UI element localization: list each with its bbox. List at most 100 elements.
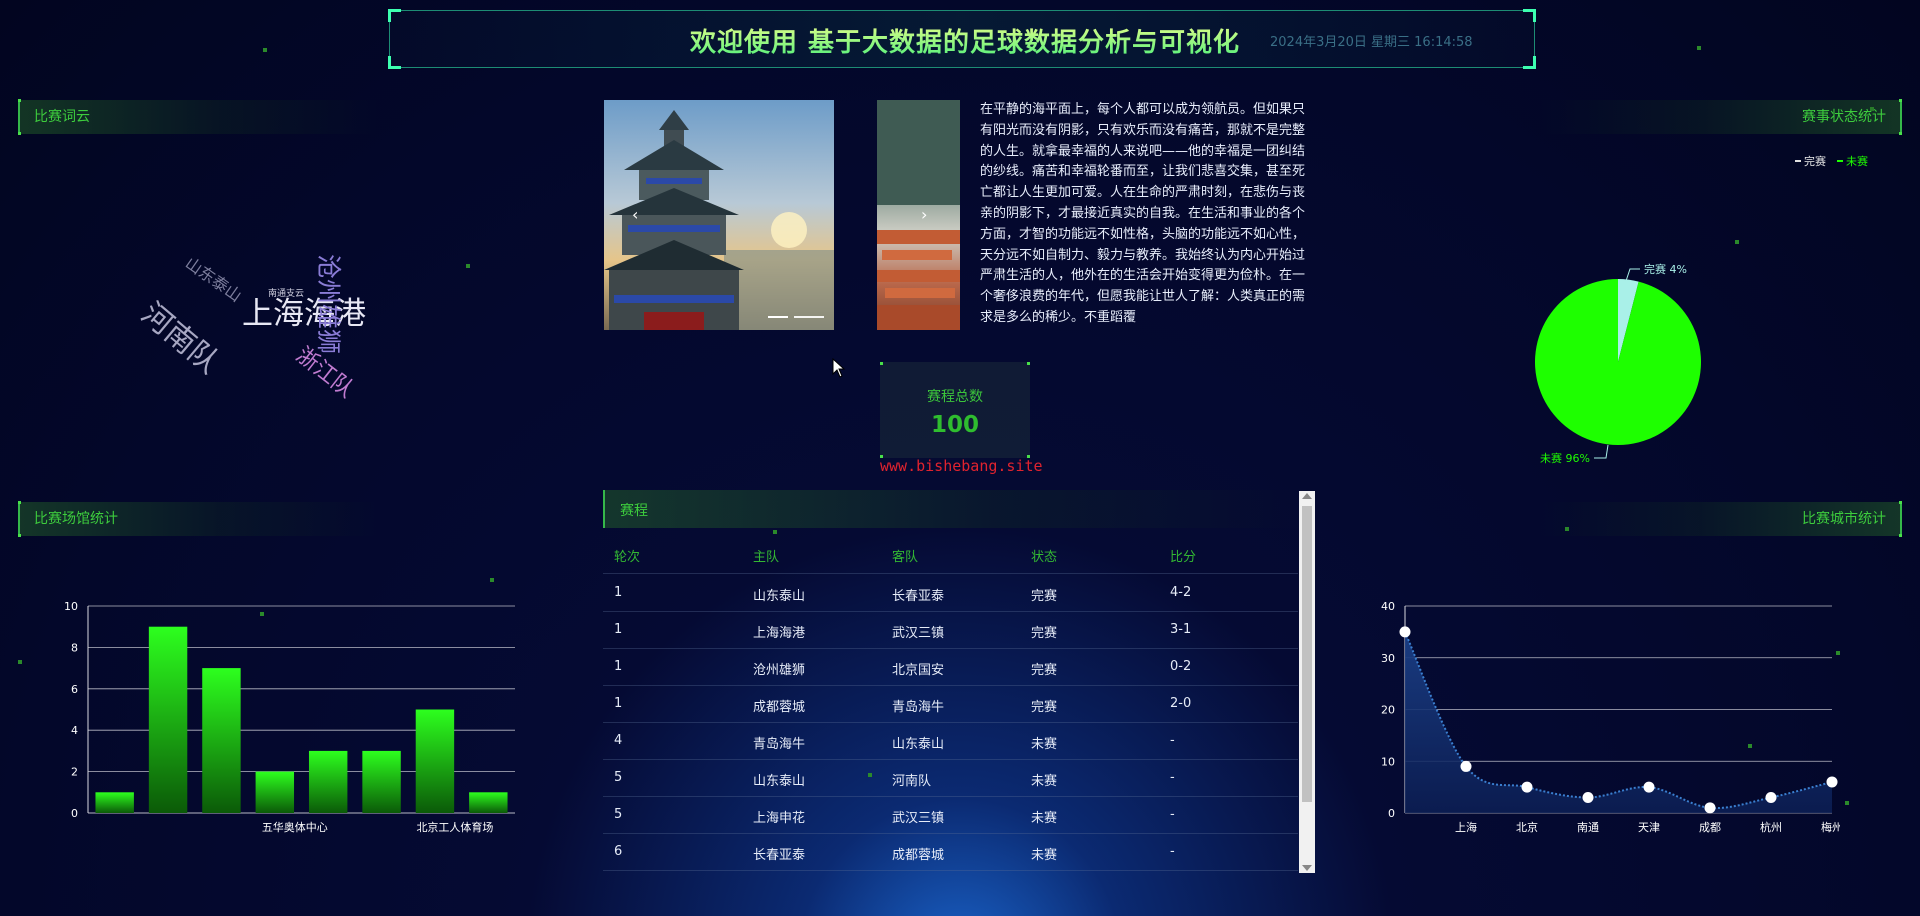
table-row[interactable]: 1 山东泰山 长春亚泰 完赛 4-2 [603,574,1298,612]
cell-home-team: 上海海港 [753,626,806,641]
carousel-next-icon[interactable]: › [921,205,927,224]
background-particle [18,660,22,664]
table-row[interactable]: 5 上海申花 武汉三镇 未赛 - [603,796,1298,834]
panel-corner-dot [1899,534,1902,537]
wordcloud-panel-title: 比赛词云 [34,109,90,125]
carousel-image-pagoda[interactable]: ‹ [604,100,834,330]
cell-round: 5 [614,807,623,822]
data-point [1826,776,1838,788]
y-tick-label: 20 [1381,704,1395,717]
column-header-home-team[interactable]: 主队 [753,546,779,565]
background-particle [773,530,777,534]
cell-home-team: 成都蓉城 [753,700,806,715]
cell-home-team: 上海申花 [753,811,806,826]
cell-away-team: 武汉三镇 [892,811,945,826]
data-point [1704,802,1716,814]
y-tick-label: 2 [71,766,78,779]
scroll-down-arrow-icon[interactable] [1302,865,1312,871]
data-point [1521,781,1533,793]
carousel-indicator[interactable] [768,316,788,318]
schedule-title: 赛程 [620,503,648,519]
panel-corner-dot [1899,99,1902,102]
cell-round: 6 [614,844,623,859]
cell-status: 未赛 [1031,811,1058,826]
legend-item: 完赛 [1804,154,1826,168]
carousel-indicator-active[interactable] [794,316,824,318]
column-header-round[interactable]: 轮次 [614,546,640,565]
y-tick-label: 30 [1381,652,1395,665]
pie-leader-line [1594,444,1609,459]
cell-home-team: 山东泰山 [753,774,806,789]
x-tick-label: 北京工人体育场 [416,820,493,834]
total-matches-value: 100 [930,412,979,438]
cell-away-team: 北京国安 [892,663,945,678]
carousel-image-classroom[interactable]: › [877,100,960,330]
cell-score: 3-1 [1170,622,1192,637]
page-title: 欢迎使用 基于大数据的足球数据分析与可视化 [690,22,1240,59]
wordcloud-word: 南通支云 [268,289,305,299]
wordcloud: 上海海港 河南队 沧州雄狮 浙江队 山东泰山 南通支云 [134,240,420,410]
scrollbar-thumb[interactable] [1302,506,1312,802]
header-corner [388,56,401,69]
table-row[interactable]: 1 成都蓉城 青岛海牛 完赛 2-0 [603,685,1298,723]
cell-status: 未赛 [1031,737,1058,752]
cell-away-team: 成都蓉城 [892,848,945,863]
panel-corner-dot [18,99,21,102]
cell-home-team: 沧州雄狮 [753,663,806,678]
watermark-url: www.bishebang.site [880,457,1043,475]
x-tick-label: 杭州 [1760,820,1782,834]
cell-away-team: 长春亚泰 [892,589,945,604]
y-tick-label: 10 [1381,755,1395,768]
cell-round: 1 [614,585,623,600]
total-matches-card [880,362,1030,458]
wordcloud-word: 沧州雄狮 [314,254,343,355]
cell-away-team: 青岛海牛 [892,700,945,715]
city-panel-title: 比赛城市统计 [1802,511,1886,527]
column-header-score[interactable]: 比分 [1170,546,1196,565]
table-row[interactable]: 4 青岛海牛 山东泰山 未赛 - [603,722,1298,760]
cell-status: 完赛 [1031,626,1058,641]
wordcloud-word: 山东泰山 [181,253,246,306]
panel-corner-dot [18,501,21,504]
column-header-away-team[interactable]: 客队 [892,546,918,565]
table-row[interactable]: 1 上海海港 武汉三镇 完赛 3-1 [603,611,1298,649]
cell-score: - [1170,733,1175,748]
column-header-status[interactable]: 状态 [1031,546,1057,565]
cell-score: - [1170,807,1175,822]
wordcloud-panel-header: 比赛词云 [18,100,378,134]
x-tick-label: 天津 [1638,821,1660,834]
x-tick-label: 上海 [1455,820,1477,834]
cell-round: 5 [614,770,623,785]
header-corner [1523,9,1536,22]
carousel-prev-icon[interactable]: ‹ [632,205,638,224]
pie-label: 未赛 96% [1540,451,1590,465]
cell-score: 0-2 [1170,659,1192,674]
background-particle [1845,801,1849,805]
table-row[interactable]: 6 长春亚泰 成都蓉城 未赛 - [603,833,1298,871]
table-row[interactable]: 5 山东泰山 河南队 未赛 - [603,759,1298,797]
legend-item: 未赛 [1846,154,1868,168]
pie-label: 完赛 4% [1644,262,1687,276]
article-text: 在平静的海平面上，每个人都可以成为领航员。但如果只有阳光而没有阴影，只有欢乐而没… [980,102,1306,325]
bar [202,668,241,813]
cell-home-team: 长春亚泰 [753,848,806,863]
cell-round: 1 [614,622,623,637]
cell-round: 1 [614,696,623,711]
total-matches-label: 赛程总数 [927,389,983,405]
scroll-up-arrow-icon[interactable] [1302,493,1312,499]
mouse-cursor-icon [832,358,846,378]
cell-score: - [1170,844,1175,859]
y-tick-label: 40 [1381,600,1395,613]
pagoda-illustration [604,110,834,330]
cell-score: - [1170,770,1175,785]
cell-score: 4-2 [1170,585,1192,600]
bar [415,709,455,813]
wordcloud-word: 河南队 [134,296,226,381]
table-row[interactable]: 1 沧州雄狮 北京国安 完赛 0-2 [603,648,1298,686]
cell-away-team: 山东泰山 [892,737,945,752]
cell-status: 未赛 [1031,848,1058,863]
panel-corner-dot [1899,132,1902,135]
city-area-chart: 0 10 20 30 40 上海 北京 南通 天津 成都 杭州 梅州 [1381,600,1840,834]
background-particle [263,48,267,52]
pie-slice [1535,279,1701,445]
